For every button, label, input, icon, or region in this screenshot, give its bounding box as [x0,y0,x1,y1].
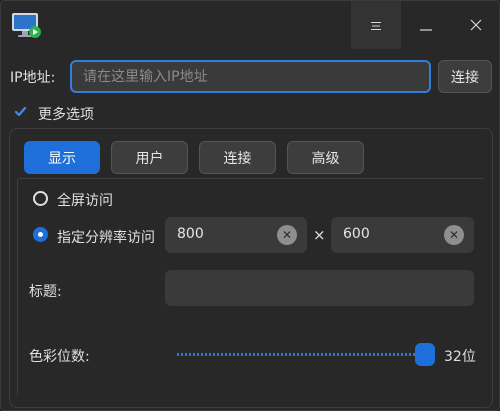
fullscreen-label: 全屏访问 [57,193,113,209]
minimize-icon [420,16,432,35]
times-symbol: × [313,226,326,244]
color-depth-slider-handle[interactable] [415,343,435,366]
width-input[interactable]: 800 ✕ [165,217,307,253]
color-depth-slider-track[interactable] [177,353,425,356]
title-bar[interactable] [1,1,499,49]
tab-divider [19,178,484,179]
app-window: IP地址: 连接 更多选项 显示 用户 连接 高级 全屏访问 指定分辨率访问 8… [0,0,500,411]
height-value: 600 [343,226,370,242]
resolution-label: 指定分辨率访问 [57,230,155,246]
connect-button[interactable]: 连接 [438,60,492,93]
checkmark-icon [14,103,27,122]
fullscreen-radio[interactable] [33,191,48,206]
ip-address-input[interactable] [70,60,431,93]
tab-content-border [17,179,18,395]
more-options-label: 更多选项 [38,107,94,123]
color-depth-label: 色彩位数: [29,349,90,365]
height-input[interactable]: 600 ✕ [331,217,474,253]
tab-connection[interactable]: 连接 [199,141,276,174]
hamburger-menu-icon [370,16,382,35]
clear-height-icon[interactable]: ✕ [444,225,464,245]
tab-display[interactable]: 显示 [24,141,100,174]
tab-user[interactable]: 用户 [111,141,188,174]
close-icon [470,16,482,35]
minimize-button[interactable] [401,1,451,49]
clear-width-icon[interactable]: ✕ [277,225,297,245]
more-options-checkbox[interactable] [13,105,28,120]
remote-desktop-monitor-icon [11,11,43,41]
width-value: 800 [177,226,204,242]
title-label: 标题: [29,284,62,300]
title-input[interactable] [165,270,474,306]
tab-advanced[interactable]: 高级 [287,141,364,174]
close-button[interactable] [451,1,500,49]
menu-button[interactable] [351,1,401,49]
ip-address-label: IP地址: [10,70,56,86]
color-depth-value: 32位 [444,349,476,365]
resolution-radio[interactable] [33,227,48,242]
